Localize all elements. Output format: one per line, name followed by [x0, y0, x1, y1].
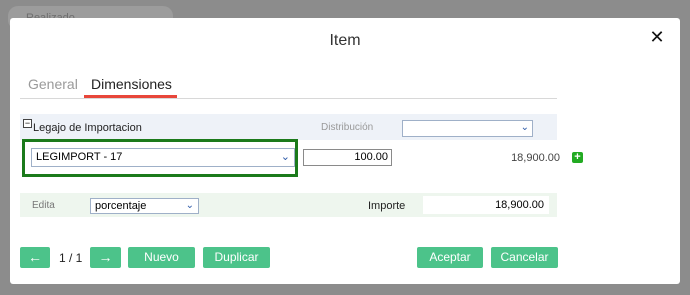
- importe-value: 18,900.00: [423, 196, 549, 214]
- close-icon[interactable]: ✕: [648, 28, 666, 46]
- row-amount: 18,900.00: [511, 152, 560, 164]
- tab-divider: [20, 98, 557, 99]
- importe-label: Importe: [368, 200, 406, 212]
- duplicar-button[interactable]: Duplicar: [203, 247, 270, 268]
- plus-icon[interactable]: +: [572, 152, 583, 163]
- page-indicator: 1 / 1: [59, 251, 83, 265]
- collapse-icon[interactable]: −: [23, 119, 32, 128]
- cancelar-button[interactable]: Cancelar: [491, 247, 558, 268]
- chevron-down-icon: ⌄: [520, 122, 529, 133]
- mode-select[interactable]: porcentaje ⌄: [90, 198, 199, 214]
- tab-dimensiones[interactable]: Dimensiones: [91, 76, 172, 92]
- tab-general[interactable]: General: [28, 76, 78, 92]
- percent-input[interactable]: 100.00: [303, 149, 392, 166]
- item-modal: Item ✕ General Dimensiones − Legajo de I…: [10, 18, 680, 284]
- legajo-select[interactable]: LEGIMPORT - 17 ⌄: [31, 148, 295, 167]
- nuevo-button[interactable]: Nuevo: [128, 247, 195, 268]
- chevron-down-icon: ⌄: [185, 200, 194, 211]
- mode-select-value: porcentaje: [95, 200, 147, 212]
- aceptar-button[interactable]: Aceptar: [417, 247, 483, 268]
- distribution-label: Distribución: [321, 122, 374, 133]
- arrow-left-icon[interactable]: ←: [20, 247, 50, 268]
- arrow-right-icon[interactable]: →: [90, 247, 121, 268]
- distribution-select[interactable]: ⌄: [402, 120, 533, 137]
- chevron-down-icon: ⌄: [280, 151, 290, 163]
- edit-label: Edita: [32, 200, 55, 211]
- legajo-label: Legajo de Importacion: [33, 122, 142, 134]
- modal-title: Item: [329, 32, 361, 49]
- legajo-select-value: LEGIMPORT - 17: [36, 151, 123, 163]
